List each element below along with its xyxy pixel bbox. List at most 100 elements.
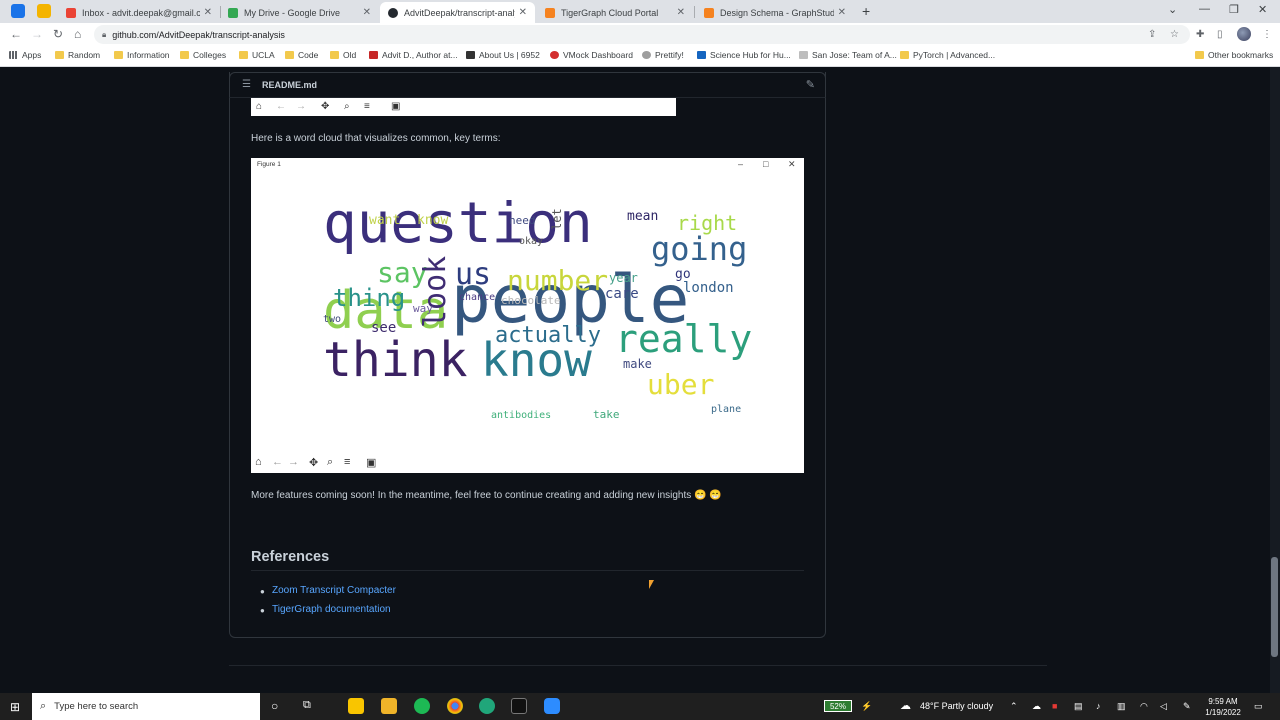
site-icon [799, 51, 808, 59]
back-arrow-icon: ← [276, 101, 286, 112]
zoom-icon: ⌕ [327, 456, 334, 468]
site-icon [466, 51, 475, 59]
tray-app-icon[interactable]: ■ [1052, 701, 1057, 711]
tab-google-drive[interactable]: My Drive - Google Drive ✕ [220, 2, 379, 23]
bookmark-about-us[interactable]: About Us | 6952 [466, 50, 540, 60]
table-of-contents-icon[interactable]: ☰ [242, 79, 251, 90]
close-tab-icon[interactable]: ✕ [677, 7, 685, 18]
close-tab-icon[interactable]: ✕ [838, 7, 846, 18]
task-view-icon[interactable]: ⧉ [303, 699, 311, 712]
minimize-button[interactable]: — [1199, 3, 1210, 15]
bookmark-colleges[interactable]: Colleges [180, 50, 226, 60]
bookmark-vmock[interactable]: VMock Dashboard [550, 50, 633, 60]
zoom-icon[interactable] [544, 698, 560, 714]
microphone-icon[interactable]: ♪ [1096, 701, 1101, 711]
reload-button[interactable]: ↻ [53, 27, 63, 41]
bookmark-science-hub[interactable]: Science Hub for Hu... [697, 50, 791, 60]
address-bar[interactable]: 🔒︎ github.com/AdvitDeepak/transcript-ana… [94, 25, 1190, 44]
extensions-icon[interactable]: ✚ [1196, 29, 1204, 40]
bookmark-random[interactable]: Random [55, 50, 100, 60]
other-bookmarks[interactable]: Other bookmarks [1195, 50, 1273, 60]
bookmark-label: Random [68, 50, 101, 60]
taskbar-search-box[interactable]: ⌕ Type here to search [32, 693, 260, 720]
bookmark-code[interactable]: Code [285, 50, 318, 60]
close-window-button[interactable]: ✕ [1258, 3, 1267, 16]
windows-start-icon[interactable]: ⊞ [10, 700, 20, 714]
folder-icon [285, 51, 294, 59]
bookmark-advit-author[interactable]: Advit D., Author at... [369, 50, 458, 60]
tray-app-icon[interactable]: ▤ [1074, 701, 1083, 712]
tab-title: TigerGraph Cloud Portal [561, 7, 659, 18]
close-tab-icon[interactable]: ✕ [519, 7, 527, 18]
word-cloud-word: see [371, 320, 396, 336]
home-icon: ⌂ [255, 456, 262, 468]
network-icon[interactable]: ▥ [1117, 701, 1126, 712]
notifications-icon[interactable]: ▭ [1254, 701, 1263, 712]
bookmark-old[interactable]: Old [330, 50, 356, 60]
tab-search-icon[interactable]: ⌄ [1168, 3, 1177, 16]
bookmark-san-jose[interactable]: San Jose: Team of A... [799, 50, 897, 60]
bookmark-ucla[interactable]: UCLA [239, 50, 275, 60]
bookmark-information[interactable]: Information [114, 50, 170, 60]
file-explorer-icon[interactable] [381, 698, 397, 714]
app-icon[interactable] [479, 698, 495, 714]
battery-indicator[interactable]: 52% [824, 700, 852, 712]
profile-avatar[interactable] [1237, 27, 1251, 41]
pinned-tab-keep[interactable] [37, 4, 51, 18]
list-bullet: ● [260, 606, 265, 615]
weather-text[interactable]: 48°F Partly cloudy [920, 701, 993, 711]
pinned-tab-outlook[interactable] [11, 4, 25, 18]
word-cloud-word: year [609, 271, 638, 285]
folder-icon [180, 51, 189, 59]
sticky-notes-icon[interactable] [348, 698, 364, 714]
bookmark-pytorch[interactable]: PyTorch | Advanced... [900, 50, 995, 60]
minimize-icon: – [738, 159, 744, 169]
back-arrow-icon: ← [272, 456, 283, 468]
search-placeholder: Type here to search [54, 701, 139, 712]
volume-icon[interactable]: ◁ [1160, 701, 1167, 712]
pen-icon[interactable]: ✎ [1183, 701, 1191, 712]
cortana-icon[interactable]: ○ [271, 699, 278, 713]
show-hidden-icons-chevron-icon[interactable]: ⌃ [1010, 701, 1018, 712]
bookmarks-bar: Apps Random Information Colleges UCLA Co… [0, 46, 1280, 67]
word-cloud-word: okay [519, 236, 543, 247]
heading-divider [251, 570, 804, 571]
scrollbar-thumb[interactable] [1271, 557, 1278, 657]
configure-icon: ≡ [344, 456, 351, 468]
share-icon[interactable]: ⇪ [1148, 29, 1156, 40]
bookmark-apps[interactable]: Apps [9, 50, 41, 60]
new-tab-button[interactable]: + [862, 3, 870, 19]
reference-link-zoom-compacter[interactable]: Zoom Transcript Compacter [272, 585, 396, 596]
tab-gmail[interactable]: Inbox - advit.deepak@gmail.com ✕ [58, 2, 220, 23]
onedrive-icon[interactable]: ☁ [1032, 701, 1041, 712]
chrome-icon[interactable] [447, 698, 463, 714]
system-clock[interactable]: 9:59 AM 1/19/2022 [1200, 696, 1246, 718]
forward-button[interactable]: → [31, 27, 43, 41]
bookmark-label: Prettify! [655, 50, 684, 60]
readme-header: ☰ README.md ✎ [229, 72, 826, 98]
close-tab-icon[interactable]: ✕ [363, 7, 371, 18]
reference-link-tigergraph-docs[interactable]: TigerGraph documentation [272, 604, 391, 615]
bookmark-prettify[interactable]: Prettify! [642, 50, 684, 60]
edit-pencil-icon[interactable]: ✎ [806, 78, 815, 91]
word-cloud-word: let [550, 208, 564, 230]
wifi-icon[interactable]: ◠ [1140, 701, 1148, 712]
word-cloud-image: questionpeopleknowthinkdata reallygoingnu… [323, 200, 751, 420]
bookmark-star-icon[interactable]: ☆ [1170, 29, 1179, 40]
side-panel-icon[interactable]: ▯ [1217, 29, 1223, 40]
menu-icon[interactable]: ⋮ [1262, 29, 1272, 40]
word-cloud-word: actually [495, 323, 601, 348]
restore-button[interactable]: ❐ [1229, 3, 1239, 16]
tab-graphstudio[interactable]: Design Schema - GraphStudio ✕ [696, 2, 854, 23]
home-button[interactable]: ⌂ [74, 27, 81, 41]
url-text: github.com/AdvitDeepak/transcript-analys… [112, 29, 285, 40]
back-button[interactable]: ← [10, 27, 22, 41]
spotify-icon[interactable] [414, 698, 430, 714]
github-icon [388, 7, 398, 18]
tab-tigergraph-portal[interactable]: TigerGraph Cloud Portal ✕ [537, 2, 693, 23]
close-tab-icon[interactable]: ✕ [204, 7, 212, 18]
word-cloud-word: plane [711, 404, 741, 415]
weather-icon: ☁ [900, 700, 911, 712]
terminal-icon[interactable] [511, 698, 527, 714]
tab-github-active[interactable]: AdvitDeepak/transcript-analysis ✕ [380, 2, 535, 23]
